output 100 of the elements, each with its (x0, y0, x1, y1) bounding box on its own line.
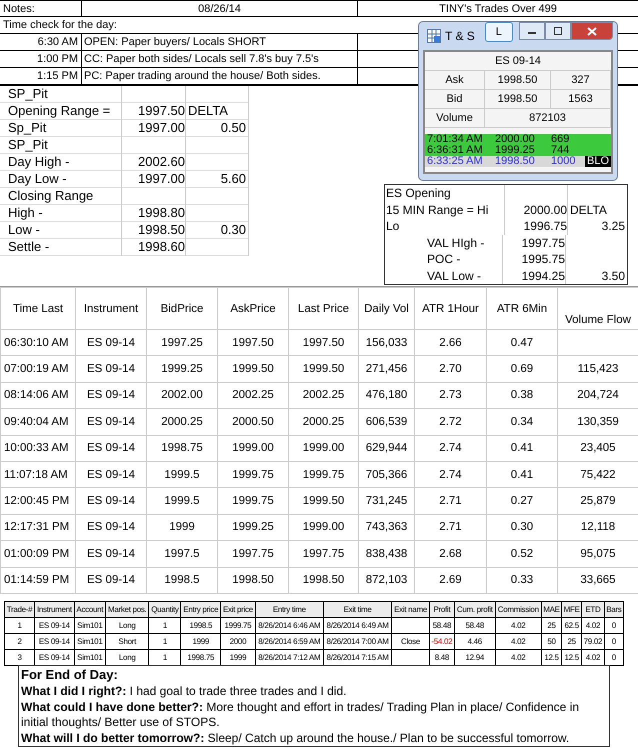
table-cell: 1999.75 (232, 495, 274, 508)
table-cell: 95,075 (580, 548, 616, 560)
column-header: Commission (495, 601, 542, 618)
maximize-button[interactable] (545, 22, 571, 40)
table-cell: 2002.25 (302, 389, 344, 402)
table-cell: 2.69 (439, 574, 462, 586)
table-cell: 0.52 (510, 548, 534, 560)
table-cell: ES 09-14 (38, 636, 70, 646)
column-header: MFE (562, 601, 582, 618)
window-title: T & S (445, 29, 475, 43)
review-answer: What I did I right?: I had goal to trade three trades and I did. (21, 684, 348, 699)
table-cell: 2.72 (439, 416, 462, 428)
value-cell: 1996.75 (524, 219, 567, 233)
column-header: ETD (582, 601, 604, 618)
label-cell-text: SP_Pit (7, 137, 49, 154)
table-cell: ES 09-14 (87, 416, 135, 428)
column-header: Bars (604, 601, 624, 618)
table-cell: 115,423 (578, 363, 618, 376)
label-cell-text: High - (7, 205, 44, 222)
note-cell: OPEN: Paper buyers/ Locals SHORT (82, 34, 358, 50)
table-cell: 606,539 (366, 416, 408, 428)
table-cell: 1999 (169, 521, 195, 534)
table-cell: 2.74 (439, 468, 462, 481)
table-cell: 2000.25 (302, 416, 344, 428)
table-cell: ES 09-14 (38, 652, 70, 662)
table-cell: 2 (17, 636, 22, 646)
table-cell: 0 (612, 652, 616, 662)
close-button[interactable] (571, 22, 613, 40)
table-cell: 62.5 (564, 620, 579, 630)
table-cell: 1997.50 (232, 336, 274, 349)
column-header: Time Last (0, 288, 76, 330)
table-cell: 2.66 (439, 336, 462, 349)
table-cell: 743,363 (366, 521, 408, 534)
value-cell: 1994.25 (522, 268, 565, 282)
table-cell: 4.02 (586, 652, 600, 662)
table-cell: 1997.50 (302, 336, 344, 349)
review-answer: What could I have done better?: More thought and effort in trades/ Trading Plan in place/ Confidence in initial thoughts/ Better use of STOPS. (21, 700, 580, 730)
table-cell: 12.94 (466, 652, 484, 662)
table-cell: 2.74 (439, 442, 462, 454)
table-cell: Sim101 (77, 636, 102, 646)
table-cell: 1999.75 (224, 620, 252, 630)
table-cell: 2.68 (439, 548, 462, 560)
table-cell: 1999.00 (302, 521, 344, 534)
table-cell: 705,366 (366, 468, 408, 481)
table-cell: 12:17:31 PM (4, 521, 70, 534)
time-cell: 1:00 PM (0, 51, 82, 67)
table-cell: Short (118, 636, 136, 646)
table-cell: 09:40:04 AM (4, 416, 69, 428)
table-cell: ES 09-14 (87, 389, 135, 402)
table-cell: 50 (547, 636, 556, 646)
table-cell: 8/26/2014 6:59 AM (258, 636, 320, 646)
table-cell: 12,118 (580, 521, 616, 534)
table-cell: 4.02 (511, 652, 526, 662)
table-cell: 01:00:09 PM (4, 548, 70, 560)
quote-label: Bid (425, 90, 485, 109)
table-cell: 79.02 (584, 636, 602, 646)
note-cell: CC: Paper both sides/ Locals sell 7.8's buy 7.5's (82, 51, 358, 67)
trade-print-row: 6:33:25 AM 1998.50 1000 BLO (425, 156, 611, 167)
minimize-button[interactable] (519, 22, 545, 40)
end-of-day-title: For End of Day: (21, 666, 119, 683)
column-header: Last Price (288, 288, 358, 330)
date-cell: 08/26/14 (82, 1, 358, 16)
table-cell: 8/26/2014 6:49 AM (326, 620, 389, 630)
table-cell: 838,438 (366, 548, 408, 560)
quote-size: 1563 (551, 90, 611, 109)
note-cell: PC: Paper trading around the house/ Both sides. (82, 68, 358, 84)
table-cell: 1999 (192, 636, 210, 646)
column-header: Cum. profit (454, 601, 496, 618)
table-cell: 2000 (230, 636, 246, 646)
column-header: Trade-# (4, 601, 35, 618)
table-cell: 1998.50 (232, 574, 274, 586)
quote-price: 1998.50 (485, 71, 551, 90)
table-cell: 872,103 (366, 574, 408, 586)
table-cell: 8/26/2014 6:46 AM (258, 620, 320, 630)
table-cell: 1998.50 (302, 574, 344, 586)
label-cell: 15 MIN Range = Hi (386, 202, 488, 216)
table-cell: 4.02 (511, 620, 526, 630)
column-header: Account (74, 601, 106, 618)
table-cell: 1997.75 (302, 548, 344, 560)
table-cell: 07:00:19 AM (4, 363, 69, 376)
column-header: ATR 6Min (486, 288, 558, 330)
table-cell: 1999.75 (232, 468, 274, 481)
value-cell: 1997.00 (138, 171, 185, 186)
link-button[interactable]: L (484, 22, 513, 42)
maximize-icon (553, 27, 563, 35)
table-cell: ES 09-14 (87, 574, 135, 586)
value-cell: 2002.60 (138, 154, 185, 169)
table-cell: 0.33 (510, 574, 534, 586)
table-cell: 1998.5 (164, 574, 200, 586)
delta-label: DELTA (569, 202, 607, 218)
table-cell: 25,879 (580, 495, 616, 508)
table-cell: 0 (612, 636, 616, 646)
column-header: MAE (541, 601, 562, 618)
trade-print-row: 6:36:31 AM 1999.25 744 (425, 145, 611, 156)
value-cell: 1998.50 (138, 222, 185, 237)
table-cell: 2000.50 (232, 416, 274, 428)
table-cell: 4.02 (511, 636, 526, 646)
table-cell: 0.41 (510, 468, 534, 481)
table-cell: 75,422 (580, 468, 616, 481)
time-cell: 1:15 PM (0, 68, 82, 84)
